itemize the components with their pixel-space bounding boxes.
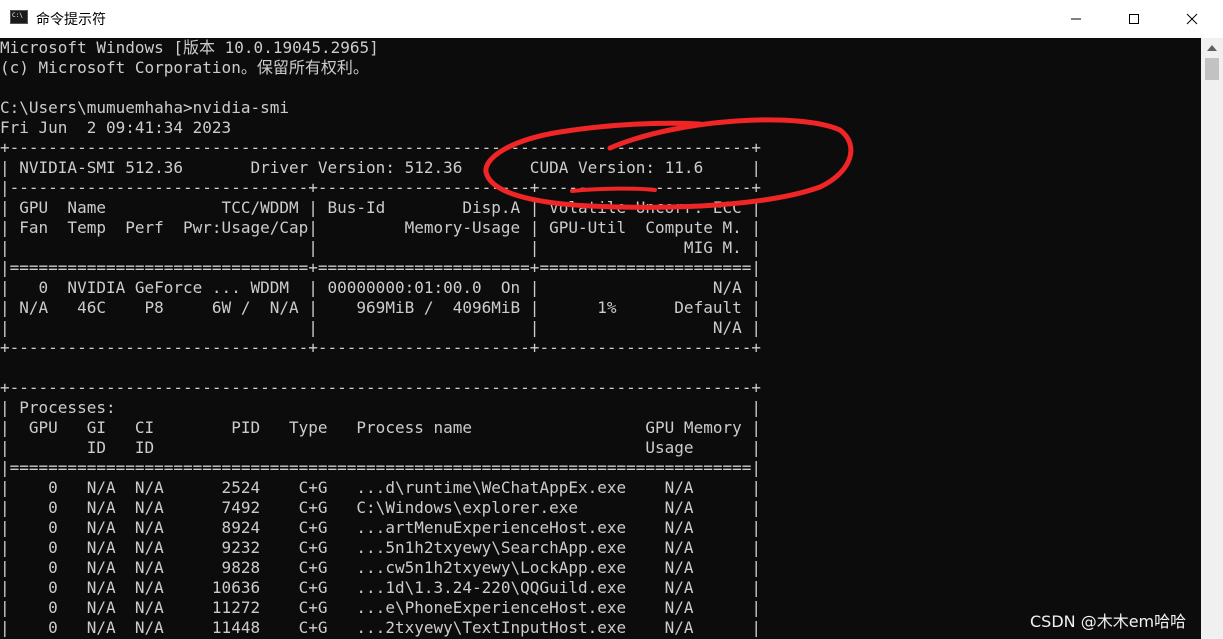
minimize-icon <box>1071 18 1081 20</box>
maximize-icon <box>1129 14 1139 24</box>
console-line: | 0 N/A N/A 8924 C+G ...artMenuExperienc… <box>0 518 761 537</box>
console-line: | | | N/A | <box>0 318 761 337</box>
app-icon-text: C:\ <box>12 12 23 19</box>
console-line: | ID ID Usage | <box>0 438 761 457</box>
console-line: | 0 N/A N/A 11272 C+G ...e\PhoneExperien… <box>0 598 761 617</box>
console-line: (c) Microsoft Corporation。保留所有权利。 <box>0 58 369 77</box>
command-prompt-app-icon[interactable]: C:\ <box>10 10 28 24</box>
console-line: |-------------------------------+-------… <box>0 178 761 197</box>
scrollbar-thumb[interactable] <box>1205 58 1219 80</box>
console-line: Microsoft Windows [版本 10.0.19045.2965] <box>0 38 379 57</box>
console-line: +---------------------------------------… <box>0 138 761 157</box>
console-line: | NVIDIA-SMI 512.36 Driver Version: 512.… <box>0 158 761 177</box>
console-line: | GPU GI CI PID Type Process name GPU Me… <box>0 418 761 437</box>
window-title: 命令提示符 <box>36 12 106 28</box>
console-line: +-------------------------------+-------… <box>0 338 761 357</box>
maximize-button[interactable] <box>1105 0 1163 38</box>
console-line: | 0 NVIDIA GeForce ... WDDM | 00000000:0… <box>0 278 761 297</box>
title-bar[interactable]: C:\ 命令提示符 <box>0 0 1223 38</box>
console-line: |===============================+=======… <box>0 258 761 277</box>
vertical-scrollbar[interactable] <box>1201 38 1223 639</box>
console-line: | 0 N/A N/A 9232 C+G ...5n1h2txyewy\Sear… <box>0 538 761 557</box>
console-line: C:\Users\mumuemhaha>nvidia-smi <box>0 98 289 117</box>
chevron-up-icon <box>1207 45 1217 51</box>
console-line: | GPU Name TCC/WDDM | Bus-Id Disp.A | Vo… <box>0 198 761 217</box>
console-line: +---------------------------------------… <box>0 378 761 397</box>
console-line: | | | MIG M. | <box>0 238 761 257</box>
console-line: | N/A 46C P8 6W / N/A | 969MiB / 4096MiB… <box>0 298 761 317</box>
console-line: | 0 N/A N/A 7492 C+G C:\Windows\explorer… <box>0 498 761 517</box>
watermark-text: CSDN @木木em哈哈 <box>1030 612 1187 631</box>
close-button[interactable] <box>1163 0 1221 38</box>
console-line: | 0 N/A N/A 11448 C+G ...2txyewy\TextInp… <box>0 618 761 637</box>
console-line: | Fan Temp Perf Pwr:Usage/Cap| Memory-Us… <box>0 218 761 237</box>
console-line: Fri Jun 2 09:41:34 2023 <box>0 118 232 137</box>
console-line: | 0 N/A N/A 9828 C+G ...cw5n1h2txyewy\Lo… <box>0 558 761 577</box>
console-line: | 0 N/A N/A 10636 C+G ...1d\1.3.24-220\Q… <box>0 578 761 597</box>
console-line: | Processes: | <box>0 398 761 417</box>
console-line: |=======================================… <box>0 458 761 477</box>
close-icon <box>1186 13 1198 25</box>
scroll-up-button[interactable] <box>1201 38 1223 58</box>
minimize-button[interactable] <box>1047 0 1105 38</box>
console-output[interactable]: Microsoft Windows [版本 10.0.19045.2965] (… <box>0 38 1201 639</box>
console-line: | 0 N/A N/A 2524 C+G ...d\runtime\WeChat… <box>0 478 761 497</box>
